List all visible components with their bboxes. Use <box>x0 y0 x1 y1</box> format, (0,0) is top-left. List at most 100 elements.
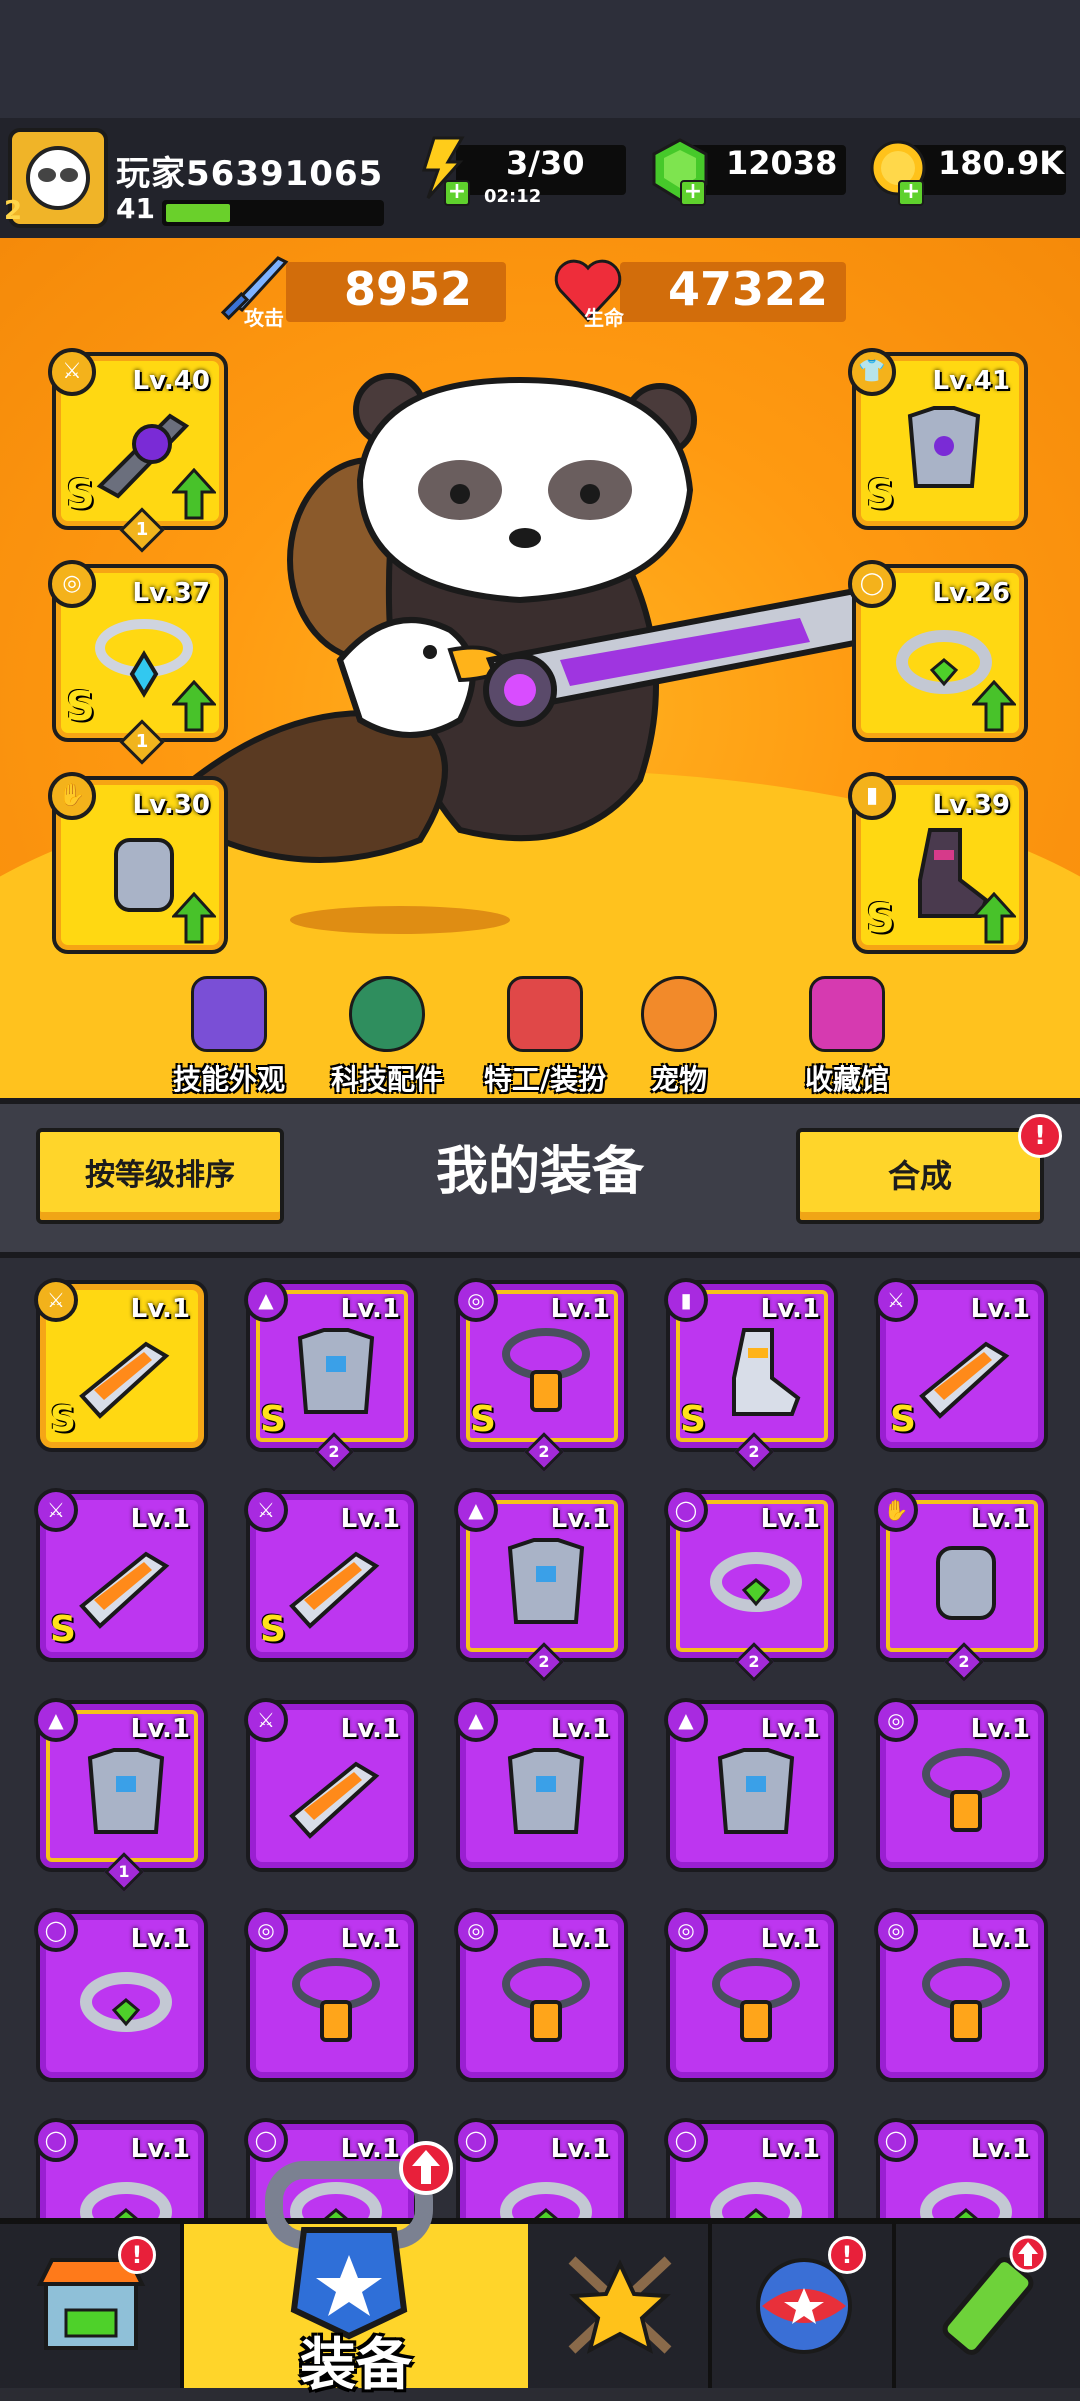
gem-value: 12038 <box>726 144 838 182</box>
armor-icon <box>87 1748 165 1834</box>
inventory-item[interactable]: ⚔ Lv.1 S <box>874 1278 1048 1452</box>
item-rank: S <box>680 1399 706 1440</box>
inventory-item[interactable]: ◯ Lv.1 <box>454 2118 628 2218</box>
inventory-item[interactable]: ◎ Lv.1 <box>874 1698 1048 1872</box>
item-rank: S <box>50 1609 76 1650</box>
nav-collection[interactable]: 收藏馆 <box>772 976 922 1098</box>
gloves-category-icon: ✋ <box>48 772 96 820</box>
agent-face-icon <box>507 976 583 1052</box>
weapon-icon <box>289 1551 380 1629</box>
category-icon: ◎ <box>454 1278 498 1322</box>
merge-button[interactable]: 合成 <box>796 1128 1044 1224</box>
inventory-item[interactable]: ▲ Lv.1 <box>454 1698 628 1872</box>
tab-events[interactable]: ! <box>712 2224 896 2388</box>
category-icon: ◯ <box>874 2118 918 2162</box>
category-icon: ◯ <box>244 2118 288 2162</box>
star-badge: 1 <box>104 1852 144 1892</box>
inventory-item[interactable]: ◎ Lv.1 <box>874 1908 1048 2082</box>
tab-evolve[interactable] <box>896 2224 1080 2388</box>
inventory-grid[interactable]: ⚔ Lv.1 S ▲ Lv.1 S 2 ◎ Lv.1 S 2 ▮ Lv.1 S 2 ⚔ Lv.1 S ⚔ Lv.1 S ⚔… <box>0 1258 1080 2218</box>
necklace-icon <box>292 1958 380 2042</box>
item-rank: S <box>50 1399 76 1440</box>
inventory-item[interactable]: ◎ Lv.1 <box>244 1908 418 2082</box>
inventory-item[interactable]: ◯ Lv.1 <box>664 2118 838 2218</box>
inventory-item[interactable]: ✋ Lv.1 2 <box>874 1488 1048 1682</box>
item-level: Lv.1 <box>970 1924 1030 1954</box>
nav-pets[interactable]: 宠物 <box>624 976 734 1098</box>
upgrade-arrow-icon <box>172 468 216 520</box>
item-level: Lv.1 <box>340 1294 400 1324</box>
equipped-boots-slot[interactable]: ▮ Lv.39 S <box>848 772 1028 954</box>
attack-value: 8952 <box>344 262 473 316</box>
inventory-item[interactable]: ◯ Lv.1 <box>34 1908 208 2082</box>
category-icon: ◎ <box>454 1908 498 1952</box>
ring-icon <box>80 2182 172 2218</box>
slot-rank: S <box>66 472 95 518</box>
weapon-icon <box>79 1551 170 1629</box>
events-alert-badge: ! <box>828 2236 866 2274</box>
gloves-icon <box>936 1546 996 1620</box>
inventory-item[interactable]: ▲ Lv.1 1 <box>34 1698 208 1892</box>
category-icon: ⚔ <box>874 1278 918 1322</box>
category-icon: ◯ <box>34 2118 78 2162</box>
equipped-gloves-slot[interactable]: ✋ Lv.30 <box>48 772 228 954</box>
sort-by-level-button[interactable]: 按等级排序 <box>36 1128 284 1224</box>
nav-tech-parts[interactable]: 科技配件 <box>312 976 462 1098</box>
upgrade-arrow-icon <box>172 892 216 944</box>
inventory-item[interactable]: ◯ Lv.1 2 <box>664 1488 838 1682</box>
slot-level: Lv.30 <box>132 790 210 820</box>
inventory-item[interactable]: ▮ Lv.1 S 2 <box>664 1278 838 1472</box>
star-badge: 2 <box>314 1432 354 1472</box>
category-icon: ◯ <box>454 2118 498 2162</box>
armor-category-icon: 👕 <box>848 348 896 396</box>
item-level: Lv.1 <box>970 1294 1030 1324</box>
inventory-item[interactable]: ⚔ Lv.1 S <box>34 1488 208 1662</box>
inventory-item[interactable]: ◎ Lv.1 <box>454 1908 628 2082</box>
ring-icon <box>710 2182 802 2218</box>
tab-shop[interactable]: ! <box>0 2224 184 2388</box>
boots-category-icon: ▮ <box>848 772 896 820</box>
category-icon: ◎ <box>244 1908 288 1952</box>
item-level: Lv.1 <box>970 1714 1030 1744</box>
equipment-title: 我的装备 <box>435 1142 644 1202</box>
equipped-weapon-slot[interactable]: ⚔ Lv.40 S 1 <box>48 348 228 553</box>
inventory-item[interactable]: ◎ Lv.1 <box>664 1908 838 2082</box>
inventory-item[interactable]: ⚔ Lv.1 S <box>244 1488 418 1662</box>
inventory-item[interactable]: ▲ Lv.1 <box>664 1698 838 1872</box>
inventory-item[interactable]: ⚔ Lv.1 S <box>34 1278 208 1452</box>
item-level: Lv.1 <box>130 1924 190 1954</box>
nav-skill-skins[interactable]: 技能外观 <box>154 976 304 1098</box>
inventory-item[interactable]: ◯ Lv.1 <box>874 2118 1048 2218</box>
star-badge: 2 <box>944 1642 984 1682</box>
armor-icon <box>507 1538 585 1624</box>
xp-bar-fill <box>166 204 230 222</box>
energy-value: 3/30 <box>506 144 585 182</box>
vip-badge: 2 <box>4 196 23 226</box>
category-icon: ⚔ <box>244 1488 288 1532</box>
add-gems-button[interactable]: + <box>680 180 706 206</box>
add-gold-button[interactable]: + <box>898 180 924 206</box>
category-icon: ◎ <box>874 1908 918 1952</box>
upgrade-arrow-icon <box>972 892 1016 944</box>
item-level: Lv.1 <box>130 1714 190 1744</box>
inventory-item[interactable]: ▲ Lv.1 S 2 <box>244 1278 418 1472</box>
nav-agents-outfit[interactable]: 特工/装扮 <box>470 976 620 1098</box>
add-energy-button[interactable]: + <box>444 180 470 206</box>
boots-icon <box>732 1328 801 1416</box>
category-icon: ◯ <box>664 1488 708 1532</box>
treasure-chest-icon <box>809 976 885 1052</box>
inventory-item[interactable]: ◎ Lv.1 S 2 <box>454 1278 628 1472</box>
ring-icon <box>500 2182 592 2218</box>
equipped-ring-slot[interactable]: ◯ Lv.26 <box>848 560 1028 742</box>
tab-heroes[interactable] <box>528 2224 712 2388</box>
inventory-item[interactable]: ▲ Lv.1 2 <box>454 1488 628 1682</box>
hat-icon <box>191 976 267 1052</box>
feature-nav: 技能外观 科技配件 特工/装扮 宠物 收藏馆 <box>154 976 954 1096</box>
equipped-necklace-slot[interactable]: ◎ Lv.37 S 1 <box>48 560 228 765</box>
inventory-item[interactable]: ⚔ Lv.1 <box>244 1698 418 1872</box>
slot-level: Lv.37 <box>132 578 210 608</box>
status-bar <box>0 0 1080 118</box>
slot-rank: S <box>866 472 895 518</box>
equipped-armor-slot[interactable]: 👕 Lv.41 S <box>848 348 1028 530</box>
inventory-item[interactable]: ◯ Lv.1 <box>34 2118 208 2218</box>
